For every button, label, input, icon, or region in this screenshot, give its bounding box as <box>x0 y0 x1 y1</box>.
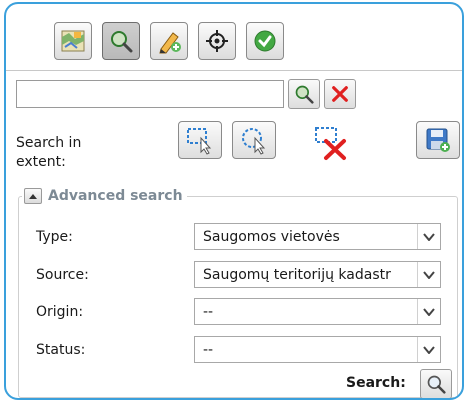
draw-tool-button[interactable] <box>150 22 188 60</box>
chevron-up-icon <box>29 193 37 199</box>
source-select-value: Saugomų teritorijų kadastr <box>203 266 391 283</box>
clear-selection-icon <box>315 127 346 160</box>
crosshair-icon <box>206 30 228 52</box>
chevron-down-icon <box>417 224 440 249</box>
magnifier-icon <box>111 31 133 53</box>
pencil-add-icon <box>159 32 181 54</box>
advanced-search-title: Advanced search <box>48 188 183 204</box>
toolbar-divider <box>6 70 462 71</box>
status-select[interactable]: -- <box>194 336 441 363</box>
origin-label: Origin: <box>36 304 84 320</box>
search-run-button[interactable] <box>288 79 320 109</box>
save-icon <box>426 128 450 152</box>
chevron-down-icon <box>417 337 440 362</box>
status-select-value: -- <box>203 341 214 358</box>
search-clear-button[interactable] <box>324 79 356 109</box>
advanced-search-legend[interactable]: Advanced search <box>22 185 187 207</box>
search-in-extent-label: Search in extent: <box>16 135 82 170</box>
clear-selection-button[interactable] <box>312 125 352 161</box>
source-label: Source: <box>36 267 89 283</box>
status-label: Status: <box>36 342 86 358</box>
search-panel: Search in extent: Advanced search Type: … <box>4 2 464 400</box>
save-selection-button[interactable] <box>416 121 460 159</box>
search-tool-button[interactable] <box>102 22 140 60</box>
chevron-down-icon <box>417 299 440 324</box>
select-circle-button[interactable] <box>232 121 276 159</box>
search-input[interactable] <box>16 80 284 108</box>
search-submit-label: Search: <box>346 375 406 391</box>
advanced-search-button[interactable] <box>420 369 452 398</box>
locate-button[interactable] <box>198 22 236 60</box>
type-select[interactable]: Saugomos vietovės <box>194 223 441 250</box>
close-icon <box>332 86 348 102</box>
chevron-down-icon <box>417 262 440 287</box>
circle-select-icon <box>242 128 266 155</box>
magnifier-icon <box>427 375 446 394</box>
origin-select[interactable]: -- <box>194 298 441 325</box>
source-select[interactable]: Saugomų teritorijų kadastr <box>194 261 441 288</box>
select-rectangle-button[interactable] <box>178 121 222 159</box>
map-icon <box>61 30 85 52</box>
origin-select-value: -- <box>203 303 214 320</box>
confirm-button[interactable] <box>246 22 284 60</box>
magnifier-icon <box>295 85 314 104</box>
type-label: Type: <box>36 229 73 245</box>
collapse-toggle[interactable] <box>24 188 42 204</box>
type-select-value: Saugomos vietovės <box>203 228 340 245</box>
tool-toolbar <box>54 22 284 60</box>
rectangle-select-icon <box>187 128 212 155</box>
checkmark-icon <box>254 30 276 52</box>
map-layer-button[interactable] <box>54 22 92 60</box>
